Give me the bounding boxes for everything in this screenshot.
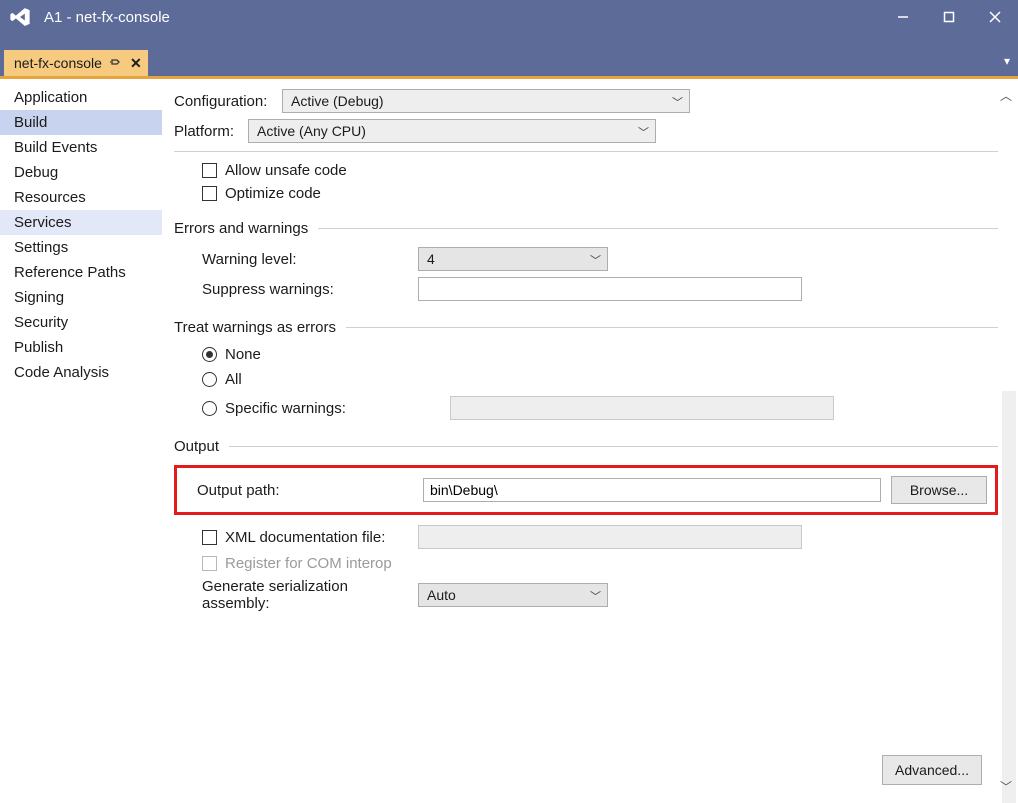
configuration-row: Configuration: Active (Debug) ﹀: [174, 89, 998, 113]
register-com-row: Register for COM interop: [174, 555, 998, 572]
treat-none-label: None: [225, 346, 261, 363]
build-page: ︿ Configuration: Active (Debug) ﹀ Platfo…: [162, 79, 1018, 803]
sidebar-item-resources[interactable]: Resources: [0, 185, 162, 210]
toolbar-strip: [0, 34, 1018, 48]
browse-label: Browse...: [910, 482, 968, 498]
platform-value: Active (Any CPU): [257, 123, 366, 139]
configuration-dropdown[interactable]: Active (Debug) ﹀: [282, 89, 690, 113]
scroll-up-icon[interactable]: ︿: [1000, 87, 1012, 104]
vs-logo-icon: [6, 7, 34, 27]
advanced-button[interactable]: Advanced...: [882, 755, 982, 785]
optimize-checkbox[interactable]: [202, 186, 217, 201]
errors-section-header: Errors and warnings: [174, 220, 998, 237]
allow-unsafe-label: Allow unsafe code: [225, 162, 347, 179]
scroll-down-icon[interactable]: ﹀: [1000, 778, 1012, 795]
optimize-label: Optimize code: [225, 185, 321, 202]
sidebar-item-build[interactable]: Build: [0, 110, 162, 135]
output-section-label: Output: [174, 438, 219, 455]
gen-serialization-row: Generate serialization assembly: Auto ﹀: [174, 578, 998, 612]
gen-serialization-value: Auto: [427, 587, 456, 603]
scrollbar[interactable]: [1002, 391, 1016, 803]
sidebar-item-code-analysis[interactable]: Code Analysis: [0, 360, 162, 385]
chevron-down-icon: ﹀: [590, 252, 601, 268]
treat-none-radio[interactable]: [202, 347, 217, 362]
advanced-label: Advanced...: [895, 762, 969, 778]
warning-level-label: Warning level:: [174, 251, 418, 268]
warning-level-row: Warning level: 4 ﹀: [174, 247, 998, 271]
platform-dropdown[interactable]: Active (Any CPU) ﹀: [248, 119, 656, 143]
sidebar-item-security[interactable]: Security: [0, 310, 162, 335]
chevron-down-icon: ﹀: [638, 124, 649, 140]
platform-row: Platform: Active (Any CPU) ﹀: [174, 119, 998, 143]
treat-specific-input: [450, 396, 834, 420]
document-tab-row: net-fx-console ✕ ▾: [0, 48, 1018, 76]
close-icon[interactable]: ✕: [130, 55, 142, 72]
configuration-value: Active (Debug): [291, 93, 384, 109]
treat-section-header: Treat warnings as errors: [174, 319, 998, 336]
output-section-header: Output: [174, 438, 998, 455]
treat-all-row: All: [174, 371, 998, 388]
output-path-row: Output path: Browse...: [174, 465, 998, 515]
warning-level-dropdown[interactable]: 4 ﹀: [418, 247, 608, 271]
sidebar-item-signing[interactable]: Signing: [0, 285, 162, 310]
register-com-checkbox: [202, 556, 217, 571]
xml-doc-row: XML documentation file:: [174, 525, 998, 549]
output-path-input[interactable]: [423, 478, 881, 502]
treat-specific-label: Specific warnings:: [225, 400, 346, 417]
divider: [174, 151, 998, 152]
treat-all-label: All: [225, 371, 242, 388]
xml-doc-checkbox[interactable]: [202, 530, 217, 545]
main-area: Application Build Build Events Debug Res…: [0, 79, 1018, 803]
sidebar-item-settings[interactable]: Settings: [0, 235, 162, 260]
sidebar-item-debug[interactable]: Debug: [0, 160, 162, 185]
gen-serialization-label: Generate serialization assembly:: [174, 578, 418, 612]
allow-unsafe-checkbox[interactable]: [202, 163, 217, 178]
gen-serialization-dropdown[interactable]: Auto ﹀: [418, 583, 608, 607]
sidebar-item-application[interactable]: Application: [0, 85, 162, 110]
maximize-button[interactable]: [926, 0, 972, 34]
chevron-down-icon: ﹀: [672, 94, 683, 110]
xml-doc-label: XML documentation file:: [225, 529, 385, 546]
document-tab[interactable]: net-fx-console ✕: [4, 50, 148, 76]
treat-specific-row: Specific warnings:: [174, 396, 998, 420]
suppress-warnings-input[interactable]: [418, 277, 802, 301]
platform-label: Platform:: [174, 123, 240, 140]
suppress-warnings-label: Suppress warnings:: [174, 281, 418, 298]
output-path-label: Output path:: [185, 482, 423, 499]
optimize-row: Optimize code: [202, 185, 998, 202]
suppress-warnings-row: Suppress warnings:: [174, 277, 998, 301]
titlebar: A1 - net-fx-console: [0, 0, 1018, 34]
browse-button[interactable]: Browse...: [891, 476, 987, 504]
register-com-label: Register for COM interop: [225, 555, 392, 572]
treat-all-radio[interactable]: [202, 372, 217, 387]
chevron-down-icon: ﹀: [590, 588, 601, 604]
pin-icon[interactable]: [110, 56, 122, 71]
treat-none-row: None: [174, 346, 998, 363]
sidebar: Application Build Build Events Debug Res…: [0, 79, 162, 803]
close-button[interactable]: [972, 0, 1018, 34]
sidebar-item-publish[interactable]: Publish: [0, 335, 162, 360]
minimize-button[interactable]: [880, 0, 926, 34]
sidebar-item-build-events[interactable]: Build Events: [0, 135, 162, 160]
treat-section-label: Treat warnings as errors: [174, 319, 336, 336]
window-title: A1 - net-fx-console: [44, 9, 170, 26]
treat-specific-radio[interactable]: [202, 401, 217, 416]
sidebar-item-services[interactable]: Services: [0, 210, 162, 235]
xml-doc-input: [418, 525, 802, 549]
warning-level-value: 4: [427, 251, 435, 267]
tab-overflow-icon[interactable]: ▾: [1004, 54, 1010, 68]
sidebar-item-reference-paths[interactable]: Reference Paths: [0, 260, 162, 285]
configuration-label: Configuration:: [174, 93, 274, 110]
errors-section-label: Errors and warnings: [174, 220, 308, 237]
document-tab-label: net-fx-console: [14, 55, 102, 71]
allow-unsafe-row: Allow unsafe code: [202, 162, 998, 179]
